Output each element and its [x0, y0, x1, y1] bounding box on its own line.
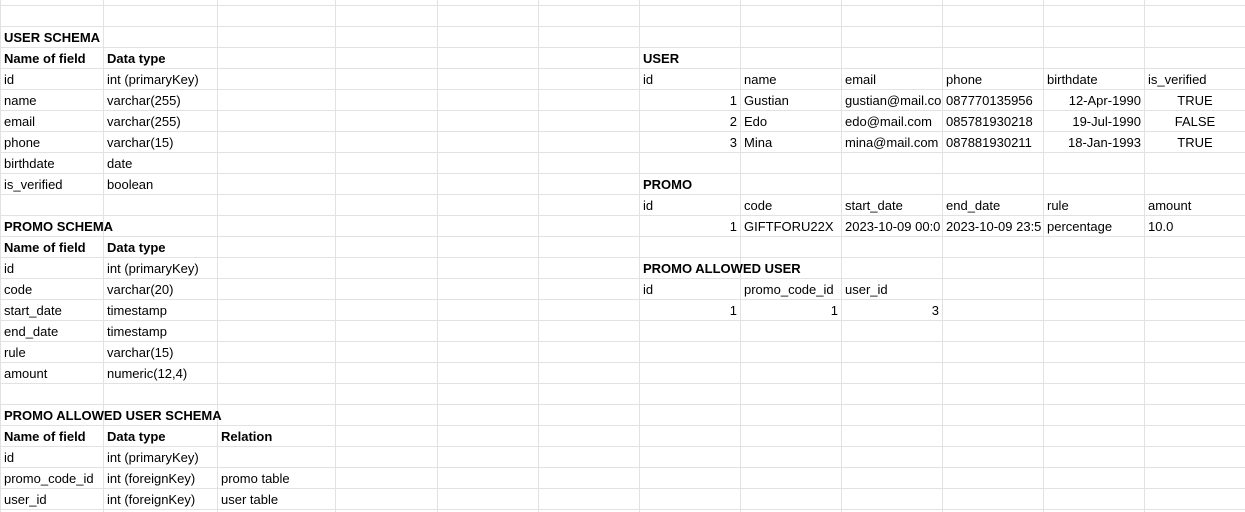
cell[interactable]: is_verified [1, 174, 103, 195]
cell[interactable]: Mina [741, 132, 841, 153]
cell[interactable]: int (foreignKey) [104, 489, 217, 510]
cell[interactable]: varchar(255) [104, 111, 217, 132]
cell[interactable]: id [640, 69, 740, 90]
cell[interactable]: Data type [104, 48, 217, 69]
cell[interactable]: 3 [842, 300, 942, 321]
cell[interactable]: USER [640, 48, 740, 69]
grid-row-line [0, 5, 1245, 6]
cell[interactable]: 10.0 [1145, 216, 1245, 237]
cell[interactable]: Edo [741, 111, 841, 132]
cell[interactable]: date [104, 153, 217, 174]
cell[interactable]: promo_code_id [1, 468, 103, 489]
cell[interactable]: edo@mail.com [842, 111, 942, 132]
cell[interactable]: varchar(15) [104, 342, 217, 363]
cell[interactable]: PROMO [640, 174, 740, 195]
cell[interactable]: phone [1, 132, 103, 153]
cell[interactable]: 19-Jul-1990 [1044, 111, 1144, 132]
cell[interactable]: varchar(255) [104, 90, 217, 111]
grid-column-line [437, 0, 438, 512]
cell[interactable]: Name of field [1, 237, 103, 258]
cell[interactable]: rule [1044, 195, 1144, 216]
cell[interactable]: 3 [640, 132, 740, 153]
cell[interactable]: int (primaryKey) [104, 69, 217, 90]
cell[interactable]: user table [218, 489, 335, 510]
cell[interactable]: int (foreignKey) [104, 468, 217, 489]
cell[interactable]: int (primaryKey) [104, 447, 217, 468]
cell[interactable]: 087770135956 [943, 90, 1043, 111]
cell[interactable]: name [1, 90, 103, 111]
cell[interactable]: Name of field [1, 48, 103, 69]
cell[interactable]: percentage [1044, 216, 1144, 237]
grid-column-line [538, 0, 539, 512]
cell[interactable]: amount [1, 363, 103, 384]
cell[interactable]: 12-Apr-1990 [1044, 90, 1144, 111]
cell[interactable]: Relation [218, 426, 335, 447]
cell[interactable]: TRUE [1145, 90, 1245, 111]
cell[interactable]: varchar(20) [104, 279, 217, 300]
grid-row-line [0, 404, 1245, 405]
cell[interactable]: gustian@mail.co [842, 90, 942, 111]
cell[interactable]: timestamp [104, 321, 217, 342]
cell[interactable]: birthdate [1044, 69, 1144, 90]
grid-column-line [335, 0, 336, 512]
cell[interactable]: end_date [1, 321, 103, 342]
cell[interactable]: 1 [640, 216, 740, 237]
cell[interactable]: mina@mail.com [842, 132, 942, 153]
cell[interactable]: user_id [1, 489, 103, 510]
cell[interactable]: timestamp [104, 300, 217, 321]
cell[interactable]: name [741, 69, 841, 90]
cell[interactable]: 2023-10-09 00:0 [842, 216, 942, 237]
cell[interactable]: Data type [104, 237, 217, 258]
cell[interactable]: Name of field [1, 426, 103, 447]
cell[interactable]: PROMO ALLOWED USER [640, 258, 801, 279]
cell[interactable]: USER SCHEMA [1, 27, 103, 48]
cell[interactable]: code [741, 195, 841, 216]
cell[interactable]: 085781930218 [943, 111, 1043, 132]
cell[interactable]: PROMO SCHEMA [1, 216, 113, 237]
cell[interactable]: 1 [640, 90, 740, 111]
cell[interactable]: 2023-10-09 23:5 [943, 216, 1043, 237]
cell[interactable]: 087881930211 [943, 132, 1043, 153]
cell[interactable]: amount [1145, 195, 1245, 216]
cell[interactable]: id [640, 195, 740, 216]
cell[interactable]: GIFTFORU22X [741, 216, 841, 237]
cell[interactable]: varchar(15) [104, 132, 217, 153]
cell[interactable]: boolean [104, 174, 217, 195]
cell[interactable]: code [1, 279, 103, 300]
cell[interactable]: end_date [943, 195, 1043, 216]
cell[interactable]: TRUE [1145, 132, 1245, 153]
cell[interactable]: PROMO ALLOWED USER SCHEMA [1, 405, 222, 426]
cell[interactable]: start_date [842, 195, 942, 216]
cell[interactable]: id [1, 258, 103, 279]
cell[interactable]: id [640, 279, 740, 300]
cell[interactable]: Data type [104, 426, 217, 447]
cell[interactable]: rule [1, 342, 103, 363]
cell[interactable]: 1 [640, 300, 740, 321]
cell[interactable]: birthdate [1, 153, 103, 174]
grid-row-line [0, 26, 1245, 27]
cell[interactable]: start_date [1, 300, 103, 321]
cell[interactable]: 2 [640, 111, 740, 132]
cell[interactable]: promo_code_id [741, 279, 841, 300]
cell[interactable]: user_id [842, 279, 942, 300]
cell[interactable]: email [842, 69, 942, 90]
cell[interactable]: FALSE [1145, 111, 1245, 132]
cell[interactable]: int (primaryKey) [104, 258, 217, 279]
cell[interactable]: phone [943, 69, 1043, 90]
cell[interactable]: is_verified [1145, 69, 1245, 90]
cell[interactable]: 18-Jan-1993 [1044, 132, 1144, 153]
cell[interactable]: promo table [218, 468, 335, 489]
spreadsheet-grid[interactable]: USER SCHEMA Name of field Data type id int (… [0, 0, 1245, 512]
cell[interactable]: id [1, 69, 103, 90]
cell[interactable]: Gustian [741, 90, 841, 111]
cell[interactable]: numeric(12,4) [104, 363, 217, 384]
cell[interactable]: id [1, 447, 103, 468]
cell[interactable]: 1 [741, 300, 841, 321]
cell[interactable]: email [1, 111, 103, 132]
